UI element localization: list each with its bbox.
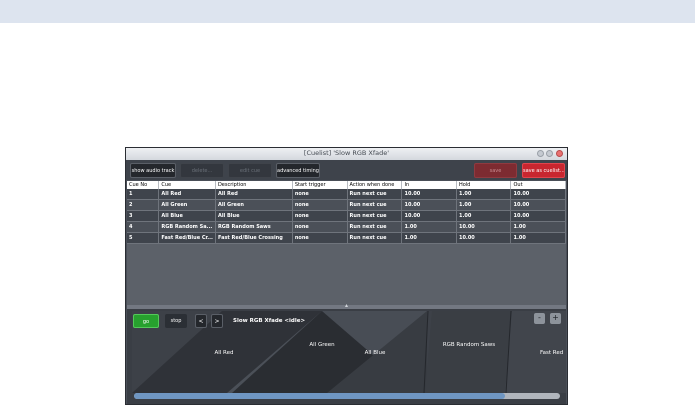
minimize-button[interactable] bbox=[537, 150, 544, 157]
table-header: Cue No Cue Description Start trigger Act… bbox=[127, 181, 566, 189]
cell-in: 1.00 bbox=[401, 221, 457, 233]
save-button[interactable]: save bbox=[474, 163, 517, 178]
delete-button[interactable]: delete... bbox=[180, 163, 224, 178]
timeline-label-all-green: All Green bbox=[309, 342, 335, 348]
column-header-out[interactable]: Out bbox=[510, 181, 566, 189]
cell-start-trigger: none bbox=[292, 189, 348, 200]
cuelist-window: [Cuelist] 'Slow RGB Xfade' show audio tr… bbox=[125, 147, 568, 405]
browser-top-bar bbox=[0, 0, 695, 23]
table-row[interactable]: 5 Fast Red/Blue Cr... Fast Red/Blue Cros… bbox=[127, 232, 566, 244]
cell-in: 10.00 bbox=[401, 189, 457, 200]
cell-action: Run next cue bbox=[347, 199, 403, 211]
cell-start-trigger: none bbox=[292, 232, 348, 244]
cell-cue-no: 2 bbox=[127, 199, 160, 211]
timeline-label-all-red: All Red bbox=[214, 350, 233, 356]
column-header-start-trigger[interactable]: Start trigger bbox=[292, 181, 348, 189]
table-row[interactable]: 2 All Green All Green none Run next cue … bbox=[127, 199, 566, 211]
cell-in: 10.00 bbox=[401, 210, 457, 222]
cell-in: 10.00 bbox=[401, 199, 457, 211]
window-title: [Cuelist] 'Slow RGB Xfade' bbox=[303, 149, 390, 157]
column-header-hold[interactable]: Hold bbox=[456, 181, 512, 189]
zoom-in-button[interactable]: + bbox=[550, 313, 561, 324]
divider-handle-icon: ▴ bbox=[345, 302, 349, 309]
advanced-timings-button[interactable]: advanced timings bbox=[276, 163, 320, 178]
cell-description: All Blue bbox=[215, 210, 293, 222]
cell-hold: 1.00 bbox=[456, 199, 512, 211]
cell-description: All Red bbox=[215, 189, 293, 200]
cue-table: Cue No Cue Description Start trigger Act… bbox=[127, 181, 566, 244]
column-header-cue[interactable]: Cue bbox=[158, 181, 216, 189]
cell-cue: All Green bbox=[158, 199, 216, 211]
cell-description: All Green bbox=[215, 199, 293, 211]
cell-cue-no: 3 bbox=[127, 210, 160, 222]
current-cue-status: Slow RGB Xfade <idle> bbox=[233, 318, 306, 324]
table-row[interactable]: 3 All Blue All Blue none Run next cue 10… bbox=[127, 210, 566, 222]
scrollbar-thumb[interactable] bbox=[134, 393, 505, 399]
column-header-cue-no[interactable]: Cue No bbox=[127, 181, 160, 189]
cell-description: Fast Red/Blue Crossing bbox=[215, 232, 293, 244]
cell-cue: RGB Random Sa... bbox=[158, 221, 216, 233]
cell-hold: 1.00 bbox=[456, 210, 512, 222]
save-as-cuelist-button[interactable]: save as cuelist... bbox=[522, 163, 565, 178]
cell-start-trigger: none bbox=[292, 199, 348, 211]
show-audio-track-button[interactable]: show audio track bbox=[130, 163, 176, 178]
table-row[interactable]: 1 All Red All Red none Run next cue 10.0… bbox=[127, 189, 566, 200]
timeline-label-rgb-random-saws: RGB Random Saws bbox=[443, 342, 495, 348]
cell-action: Run next cue bbox=[347, 221, 403, 233]
table-row[interactable]: 4 RGB Random Sa... RGB Random Saws none … bbox=[127, 221, 566, 233]
cell-cue: All Blue bbox=[158, 210, 216, 222]
cell-start-trigger: none bbox=[292, 221, 348, 233]
cell-start-trigger: none bbox=[292, 210, 348, 222]
cell-hold: 1.00 bbox=[456, 189, 512, 200]
cell-action: Run next cue bbox=[347, 232, 403, 244]
player-panel: All Red All Green All Blue RGB Random Sa… bbox=[127, 309, 566, 404]
toolbar: show audio track delete... edit cue adva… bbox=[126, 160, 567, 180]
cue-table-area: Cue No Cue Description Start trigger Act… bbox=[127, 181, 566, 305]
cell-cue-no: 1 bbox=[127, 189, 160, 200]
next-cue-button[interactable]: > bbox=[211, 314, 223, 328]
cell-description: RGB Random Saws bbox=[215, 221, 293, 233]
cell-in: 1.00 bbox=[401, 232, 457, 244]
edit-cue-button[interactable]: edit cue bbox=[228, 163, 272, 178]
cell-cue-no: 5 bbox=[127, 232, 160, 244]
stop-button[interactable]: stop bbox=[165, 314, 187, 328]
timeline-scrollbar[interactable] bbox=[134, 393, 560, 399]
column-header-action-when-done[interactable]: Action when done bbox=[347, 181, 403, 189]
cell-cue: All Red bbox=[158, 189, 216, 200]
zoom-out-button[interactable]: - bbox=[534, 313, 545, 324]
go-button[interactable]: go bbox=[133, 314, 159, 328]
cue-shape-rgb-random-saws bbox=[425, 311, 512, 393]
cell-cue-no: 4 bbox=[127, 221, 160, 233]
cell-hold: 10.00 bbox=[456, 232, 512, 244]
cell-out: 10.00 bbox=[510, 199, 566, 211]
column-header-description[interactable]: Description bbox=[215, 181, 293, 189]
cell-out: 10.00 bbox=[510, 210, 566, 222]
maximize-button[interactable] bbox=[546, 150, 553, 157]
column-header-in[interactable]: In bbox=[401, 181, 457, 189]
cell-out: 1.00 bbox=[510, 221, 566, 233]
timeline-label-all-blue: All Blue bbox=[365, 350, 386, 356]
close-button[interactable] bbox=[556, 150, 563, 157]
cell-out: 10.00 bbox=[510, 189, 566, 200]
cell-action: Run next cue bbox=[347, 210, 403, 222]
cell-action: Run next cue bbox=[347, 189, 403, 200]
cell-cue: Fast Red/Blue Cr... bbox=[158, 232, 216, 244]
previous-cue-button[interactable]: < bbox=[195, 314, 207, 328]
cell-hold: 10.00 bbox=[456, 221, 512, 233]
cell-out: 1.00 bbox=[510, 232, 566, 244]
timeline-label-fast-red: Fast Red bbox=[540, 350, 563, 356]
